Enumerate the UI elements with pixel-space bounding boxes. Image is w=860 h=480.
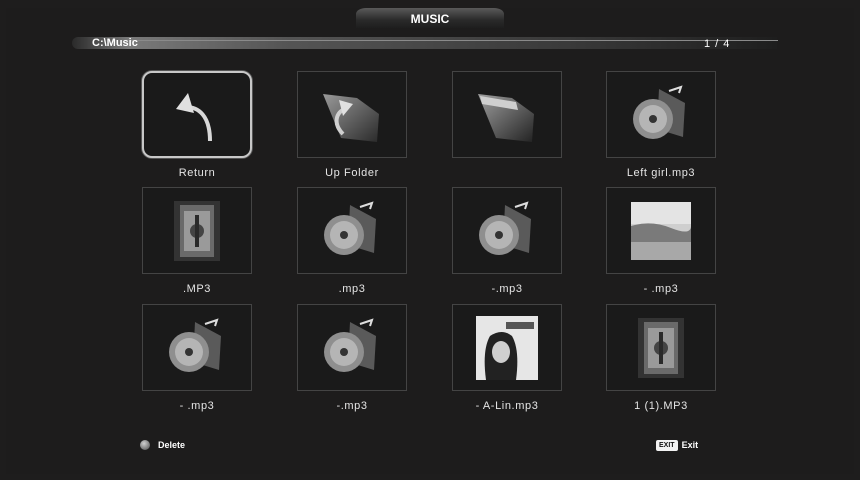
folder-icon [478,93,534,142]
item-label: - .mp3 [643,283,679,295]
music-disc-icon [169,317,221,372]
current-path: C:\Music [92,37,138,49]
grid-item-file[interactable] [142,304,252,391]
grid-item-file[interactable] [452,187,562,274]
album-art-thumbnail [476,315,538,380]
blue-key-icon [140,440,150,450]
item-label: Up Folder [325,167,379,179]
page-indicator: 1 / 4 [704,38,731,50]
album-art-thumbnail [631,201,691,260]
grid-item-folder[interactable] [452,71,562,158]
path-bar-divider [130,40,778,41]
exit-label: Exit [681,440,699,450]
music-disc-icon [479,200,531,255]
item-label: - .mp3 [179,400,215,412]
music-disc-icon [324,317,376,372]
exit-hint[interactable]: EXIT Exit [656,440,698,451]
exit-key-icon: EXIT [656,440,678,451]
grid-item-file[interactable] [606,71,716,158]
album-art-thumbnail [174,200,220,261]
delete-hint[interactable]: Delete [140,440,185,450]
music-disc-icon [633,84,685,139]
delete-label: Delete [158,440,186,450]
grid-item-file[interactable] [297,304,407,391]
item-label: Left girl.mp3 [626,167,696,179]
grid-item-file[interactable] [606,187,716,274]
item-label: -.mp3 [491,283,523,295]
item-label: - A-Lin.mp3 [475,400,539,412]
grid-item-up-folder[interactable] [297,71,407,158]
grid-item-file[interactable] [452,304,562,391]
item-label: -.mp3 [336,400,368,412]
path-bar [72,37,777,49]
page-title: MUSIC [410,12,450,26]
grid-item-file[interactable] [606,304,716,391]
up-folder-icon [323,93,379,142]
item-label: .mp3 [338,283,366,295]
music-disc-icon [324,200,376,255]
return-arrow-icon [176,92,212,141]
album-art-thumbnail [638,317,684,378]
grid-item-file[interactable] [297,187,407,274]
grid-item-file[interactable] [142,187,252,274]
item-label: Return [178,167,216,179]
grid-item-return[interactable] [142,71,252,158]
item-label: .MP3 [182,283,212,295]
item-label: 1 (1).MP3 [634,400,688,412]
